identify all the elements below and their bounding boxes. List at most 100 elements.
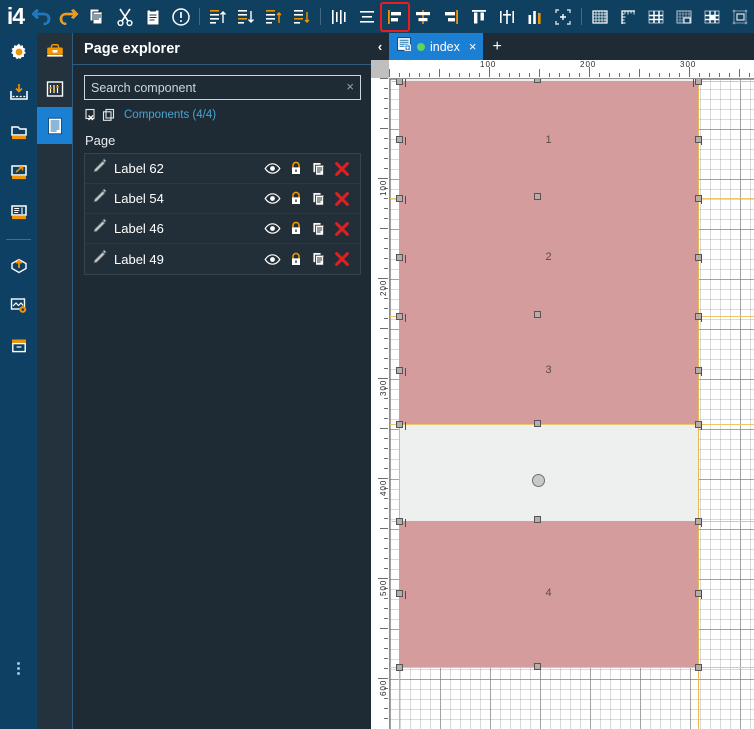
sidebar-item-export[interactable] — [0, 153, 37, 193]
resize-handle[interactable] — [396, 195, 403, 202]
sidebar-item-deploy[interactable] — [0, 246, 37, 286]
guide-right[interactable] — [698, 79, 699, 729]
sidebar-item-import[interactable] — [0, 73, 37, 113]
tool-properties[interactable] — [37, 70, 72, 107]
table-row[interactable]: Label 54 — [85, 184, 360, 214]
grid-lines-icon[interactable] — [643, 4, 669, 30]
align-top-edges-icon[interactable] — [261, 4, 287, 30]
delete-icon[interactable] — [330, 189, 353, 209]
fit-selection-icon[interactable] — [550, 4, 576, 30]
align-bottom-edges-icon[interactable] — [289, 4, 315, 30]
align-left-icon[interactable] — [380, 1, 410, 32]
tab-index[interactable]: index × — [389, 33, 484, 60]
delete-icon[interactable] — [330, 159, 353, 179]
align-top-bar-icon[interactable] — [466, 4, 492, 30]
copy-icon[interactable] — [84, 4, 110, 30]
resize-handle[interactable] — [396, 590, 403, 597]
resize-handle[interactable] — [396, 313, 403, 320]
sidebar-item-settings[interactable] — [0, 33, 37, 73]
lock-icon[interactable] — [284, 189, 307, 209]
distribute-space-icon[interactable] — [522, 4, 548, 30]
resize-handle[interactable] — [396, 367, 403, 374]
shape-rect[interactable]: 1 — [399, 81, 698, 198]
tab-scroll-left-icon[interactable]: ‹ — [371, 33, 389, 60]
edit-pencil-icon[interactable] — [92, 158, 108, 179]
duplicate-icon[interactable] — [307, 249, 330, 269]
sidebar-item-media-settings[interactable] — [0, 286, 37, 326]
resize-handle[interactable] — [396, 664, 403, 671]
duplicate-icon[interactable] — [307, 189, 330, 209]
add-tab-button[interactable]: + — [492, 38, 501, 55]
design-canvas[interactable]: 1 2 3 4 — [390, 79, 754, 729]
info-icon[interactable] — [168, 4, 194, 30]
resize-handle[interactable] — [396, 79, 403, 85]
page-node-label[interactable]: Page — [85, 133, 361, 148]
table-row[interactable]: Label 46 — [85, 214, 360, 244]
distribute-vertical-center-icon[interactable] — [354, 4, 380, 30]
edit-pencil-icon[interactable] — [92, 249, 108, 270]
grid-snap-icon[interactable] — [671, 4, 697, 30]
resize-handle[interactable] — [534, 663, 541, 670]
shape-rect[interactable]: 3 — [399, 316, 698, 424]
resize-handle[interactable] — [396, 136, 403, 143]
selection-bounds-icon[interactable] — [727, 4, 753, 30]
search-input[interactable] — [85, 75, 343, 100]
cut-icon[interactable] — [112, 4, 138, 30]
resize-handle[interactable] — [534, 420, 541, 427]
distribute-horizontal-icon[interactable] — [326, 4, 352, 30]
lock-icon[interactable] — [284, 219, 307, 239]
vertical-ruler[interactable]: 100 200 300 400 500 600 — [371, 78, 390, 729]
distribute-centers-icon[interactable] — [494, 4, 520, 30]
resize-handle[interactable] — [396, 254, 403, 261]
shape-rect[interactable]: 2 — [399, 198, 698, 316]
sidebar-item-pages[interactable] — [0, 193, 37, 233]
lock-icon[interactable] — [284, 159, 307, 179]
resize-handle[interactable] — [534, 79, 541, 83]
empty-slot-marker[interactable] — [532, 474, 545, 487]
sidebar-item-project[interactable] — [0, 113, 37, 153]
align-bottom-icon[interactable] — [233, 4, 259, 30]
resize-handle[interactable] — [534, 193, 541, 200]
delete-icon[interactable] — [330, 219, 353, 239]
close-icon[interactable]: × — [469, 39, 477, 54]
align-center-icon[interactable] — [410, 4, 436, 30]
visibility-icon[interactable] — [261, 249, 284, 269]
paste-icon[interactable] — [140, 4, 166, 30]
resize-handle[interactable] — [396, 421, 403, 428]
edge-tick — [405, 368, 406, 376]
components-count-label[interactable]: Components (4/4) — [124, 109, 216, 121]
horizontal-ruler[interactable]: 100 200 300 — [389, 60, 754, 79]
resize-handle[interactable] — [534, 311, 541, 318]
edit-pencil-icon[interactable] — [92, 188, 108, 209]
ruler-icon[interactable] — [615, 4, 641, 30]
resize-handle[interactable] — [695, 79, 702, 85]
delete-icon[interactable] — [330, 249, 353, 269]
redo-icon[interactable] — [56, 4, 82, 30]
select-all-icon[interactable] — [102, 108, 116, 122]
tool-page-explorer[interactable] — [37, 107, 72, 144]
search-box[interactable]: × — [84, 75, 361, 100]
resize-handle[interactable] — [534, 516, 541, 523]
rail-overflow-handle[interactable] — [0, 648, 37, 688]
sidebar-item-archive[interactable] — [0, 326, 37, 366]
clear-search-icon[interactable]: × — [346, 79, 354, 94]
shape-rect[interactable]: 4 — [399, 521, 698, 667]
undo-icon[interactable] — [28, 4, 54, 30]
table-row[interactable]: Label 49 — [85, 244, 360, 274]
visibility-icon[interactable] — [261, 189, 284, 209]
deselect-all-icon[interactable] — [84, 108, 98, 122]
visibility-icon[interactable] — [261, 159, 284, 179]
grid-icon[interactable] — [587, 4, 613, 30]
lock-icon[interactable] — [284, 249, 307, 269]
resize-handle[interactable] — [695, 664, 702, 671]
visibility-icon[interactable] — [261, 219, 284, 239]
align-top-icon[interactable] — [205, 4, 231, 30]
edit-pencil-icon[interactable] — [92, 218, 108, 239]
tool-toolbox[interactable] — [37, 33, 72, 70]
duplicate-icon[interactable] — [307, 159, 330, 179]
grid-center-icon[interactable] — [699, 4, 725, 30]
resize-handle[interactable] — [396, 518, 403, 525]
align-right-icon[interactable] — [438, 4, 464, 30]
duplicate-icon[interactable] — [307, 219, 330, 239]
table-row[interactable]: Label 62 — [85, 154, 360, 184]
